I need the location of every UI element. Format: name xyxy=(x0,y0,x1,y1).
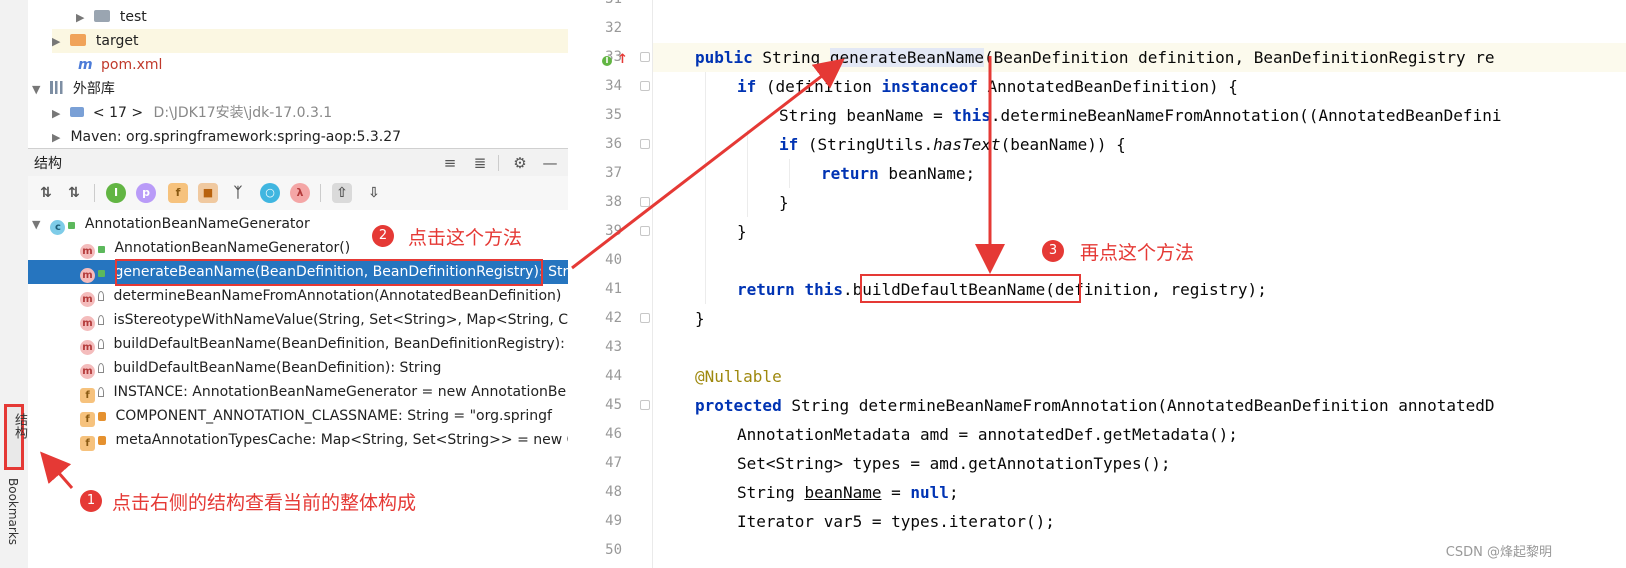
arrow-to-generateBeanName xyxy=(571,58,845,270)
step-2-note: 点击这个方法 xyxy=(408,227,523,249)
step-1-badge: 1 xyxy=(80,490,102,512)
step-2-badge: 2 xyxy=(372,225,394,247)
step-1-note: 点击右侧的结构查看当前的整体构成 xyxy=(112,492,417,514)
step-3-badge: 3 xyxy=(1042,240,1064,262)
annotation-arrows xyxy=(40,56,1005,489)
arrow-to-structure-tab xyxy=(40,451,74,489)
watermark: CSDN @烽起黎明 xyxy=(1445,545,1552,560)
step-3-note: 再点这个方法 xyxy=(1080,242,1195,264)
